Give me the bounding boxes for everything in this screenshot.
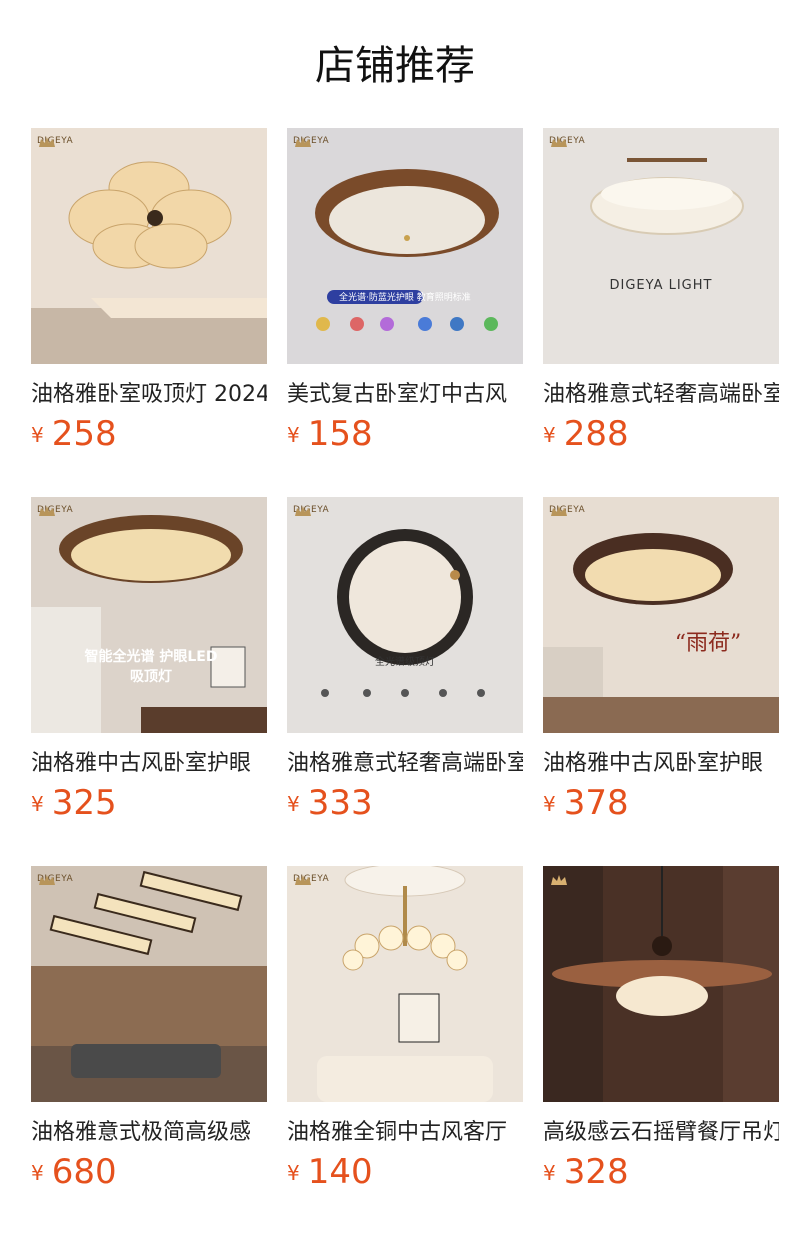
product-card[interactable]: DIGEYA 油格雅意式极简高级感 ¥680 bbox=[31, 866, 267, 1198]
product-card[interactable]: DIGEYA DIGEYA LIGHT 油格雅意式轻奢高端卧室 ¥288 bbox=[543, 128, 779, 460]
product-card[interactable]: DIGEYA 油格雅卧室吸顶灯 2024 ¥258 bbox=[31, 128, 267, 460]
price-value: 680 bbox=[51, 1152, 117, 1192]
brand-logo: DIGEYA bbox=[37, 874, 73, 885]
product-price: ¥158 bbox=[287, 414, 523, 460]
crown-icon bbox=[39, 506, 55, 516]
product-name[interactable]: 油格雅中古风卧室护眼 bbox=[543, 749, 779, 779]
product-price: ¥288 bbox=[543, 414, 779, 460]
price-value: 288 bbox=[563, 414, 629, 454]
currency-symbol: ¥ bbox=[287, 423, 300, 447]
product-grid: DIGEYA 油格雅卧室吸顶灯 2024 ¥258 DIGEYA 全光谱·防蓝光… bbox=[0, 0, 790, 1236]
crown-icon bbox=[39, 137, 55, 147]
currency-symbol: ¥ bbox=[543, 1161, 556, 1185]
product-image[interactable]: DIGEYA “雨荷” bbox=[543, 497, 779, 733]
currency-symbol: ¥ bbox=[287, 1161, 300, 1185]
product-image[interactable]: DIGEYA 智能全光谱 护眼LED吸顶灯 bbox=[31, 497, 267, 733]
product-price: ¥328 bbox=[543, 1152, 779, 1198]
currency-symbol: ¥ bbox=[31, 792, 44, 816]
product-image[interactable] bbox=[543, 866, 779, 1102]
product-price: ¥378 bbox=[543, 783, 779, 829]
product-card[interactable]: DIGEYA 全光谱级顶灯 油格雅意式轻奢高端卧室 ¥333 bbox=[287, 497, 523, 829]
image-caption: 全光谱·防蓝光护眼 教育照明标准 bbox=[339, 293, 471, 303]
price-value: 378 bbox=[563, 783, 629, 823]
crown-icon bbox=[295, 506, 311, 516]
product-image[interactable]: DIGEYA 全光谱级顶灯 bbox=[287, 497, 523, 733]
currency-symbol: ¥ bbox=[543, 423, 556, 447]
brand-logo: DIGEYA bbox=[293, 136, 329, 147]
brand-logo: DIGEYA bbox=[549, 136, 585, 147]
product-name[interactable]: 美式复古卧室灯中古风 bbox=[287, 380, 523, 410]
product-price: ¥325 bbox=[31, 783, 267, 829]
product-image[interactable]: DIGEYA bbox=[31, 866, 267, 1102]
crown-icon bbox=[551, 875, 567, 885]
product-name[interactable]: 油格雅意式轻奢高端卧室 bbox=[287, 749, 523, 779]
product-card[interactable]: DIGEYA 智能全光谱 护眼LED吸顶灯 油格雅中古风卧室护眼 ¥325 bbox=[31, 497, 267, 829]
product-card[interactable]: DIGEYA 全光谱·防蓝光护眼 教育照明标准 美式复古卧室灯中古风 ¥158 bbox=[287, 128, 523, 460]
crown-icon bbox=[295, 875, 311, 885]
product-card[interactable]: DIGEYA 油格雅全铜中古风客厅 ¥140 bbox=[287, 866, 523, 1198]
product-image[interactable]: DIGEYA DIGEYA LIGHT bbox=[543, 128, 779, 364]
product-image[interactable]: DIGEYA 全光谱·防蓝光护眼 教育照明标准 bbox=[287, 128, 523, 364]
brand-logo: DIGEYA bbox=[549, 505, 585, 516]
product-image[interactable]: DIGEYA bbox=[31, 128, 267, 364]
crown-icon bbox=[551, 506, 567, 516]
product-price: ¥333 bbox=[287, 783, 523, 829]
product-price: ¥140 bbox=[287, 1152, 523, 1198]
crown-icon bbox=[295, 137, 311, 147]
currency-symbol: ¥ bbox=[31, 1161, 44, 1185]
crown-icon bbox=[551, 137, 567, 147]
product-name[interactable]: 油格雅全铜中古风客厅 bbox=[287, 1118, 523, 1148]
image-caption: 全光谱级顶灯 bbox=[375, 657, 435, 668]
price-value: 328 bbox=[563, 1152, 629, 1192]
product-name[interactable]: 油格雅卧室吸顶灯 2024 bbox=[31, 380, 267, 410]
brand-logo: DIGEYA bbox=[37, 505, 73, 516]
price-value: 158 bbox=[307, 414, 373, 454]
image-caption: DIGEYA LIGHT bbox=[609, 278, 713, 293]
product-name[interactable]: 油格雅中古风卧室护眼 bbox=[31, 749, 267, 779]
currency-symbol: ¥ bbox=[31, 423, 44, 447]
product-name[interactable]: 油格雅意式极简高级感 bbox=[31, 1118, 267, 1148]
currency-symbol: ¥ bbox=[543, 792, 556, 816]
image-caption: 智能全光谱 护眼LED吸顶灯 bbox=[84, 649, 218, 685]
product-card[interactable]: DIGEYA “雨荷” 油格雅中古风卧室护眼 ¥378 bbox=[543, 497, 779, 829]
crown-icon bbox=[39, 875, 55, 885]
product-image[interactable]: DIGEYA bbox=[287, 866, 523, 1102]
price-value: 333 bbox=[307, 783, 373, 823]
price-value: 140 bbox=[307, 1152, 373, 1192]
product-price: ¥258 bbox=[31, 414, 267, 460]
product-name[interactable]: 高级感云石摇臂餐厅吊灯 bbox=[543, 1118, 779, 1148]
image-caption: “雨荷” bbox=[674, 631, 742, 656]
price-value: 325 bbox=[51, 783, 117, 823]
product-price: ¥680 bbox=[31, 1152, 267, 1198]
brand-logo: DIGEYA bbox=[37, 136, 73, 147]
currency-symbol: ¥ bbox=[287, 792, 300, 816]
product-name[interactable]: 油格雅意式轻奢高端卧室 bbox=[543, 380, 779, 410]
price-value: 258 bbox=[51, 414, 117, 454]
brand-logo: DIGEYA bbox=[293, 874, 329, 885]
product-card[interactable]: 高级感云石摇臂餐厅吊灯 ¥328 bbox=[543, 866, 779, 1198]
brand-logo: DIGEYA bbox=[293, 505, 329, 516]
